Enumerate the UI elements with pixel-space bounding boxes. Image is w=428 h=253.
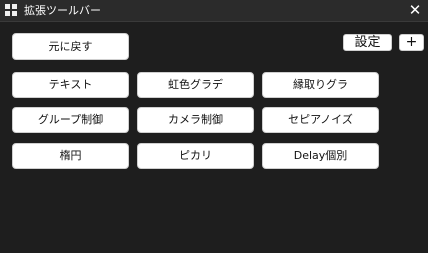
add-button[interactable]: +: [399, 34, 424, 51]
close-icon[interactable]: ✕: [408, 2, 422, 18]
title-bar[interactable]: 拡張ツールバー ✕: [0, 0, 428, 22]
text-button[interactable]: テキスト: [12, 72, 129, 98]
delay-individual-button[interactable]: Delay個別: [262, 143, 379, 169]
reset-button[interactable]: 元に戻す: [12, 33, 129, 60]
window-title: 拡張ツールバー: [24, 4, 101, 17]
outline-gradient-button[interactable]: 縁取りグラ: [262, 72, 379, 98]
extended-toolbar-window: 拡張ツールバー ✕ 元に戻す 設定 + テキスト 虹色グラデ 縁取りグラ グルー…: [0, 0, 428, 253]
group-control-button[interactable]: グループ制御: [12, 107, 129, 133]
rainbow-gradient-button[interactable]: 虹色グラデ: [137, 72, 254, 98]
grid-icon: [5, 4, 18, 17]
camera-control-button[interactable]: カメラ制御: [137, 107, 254, 133]
ellipse-button[interactable]: 楕円: [12, 143, 129, 169]
flash-button[interactable]: ピカリ: [137, 143, 254, 169]
settings-button[interactable]: 設定: [343, 34, 392, 51]
sepia-noise-button[interactable]: セピアノイズ: [262, 107, 379, 133]
